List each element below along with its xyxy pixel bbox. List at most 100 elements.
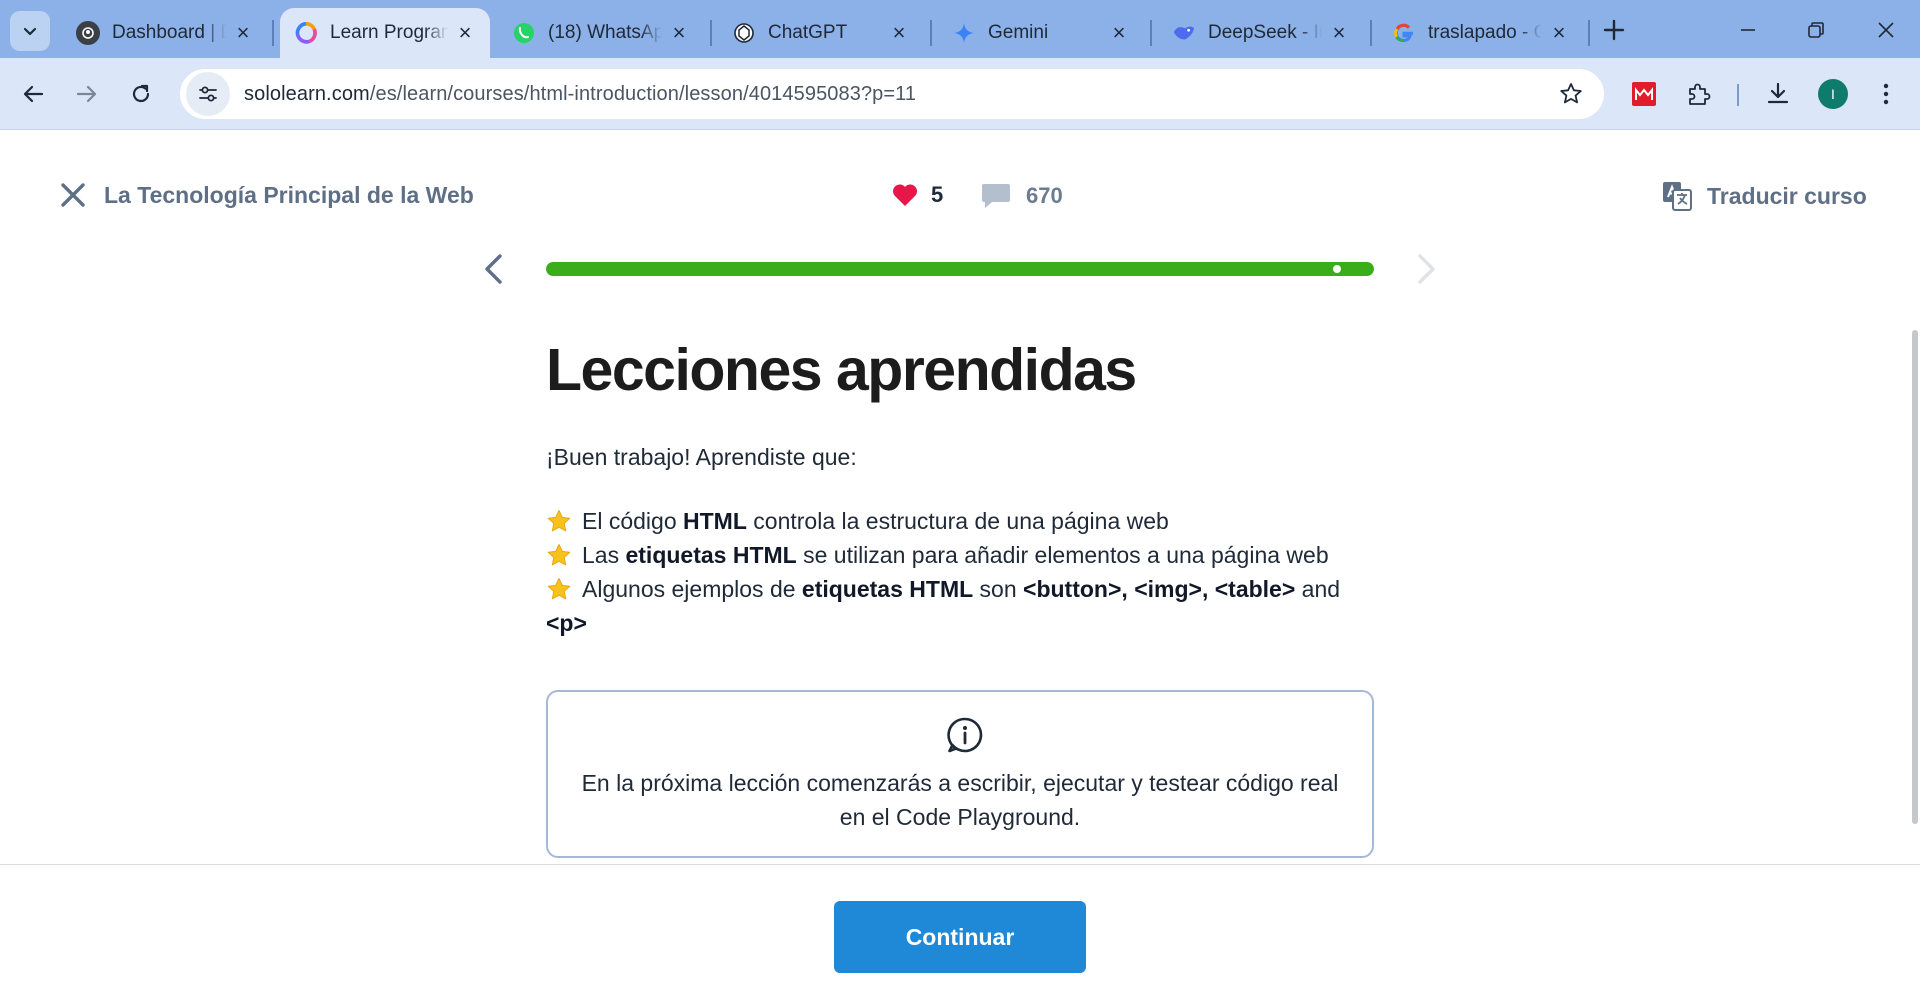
reload-button[interactable] xyxy=(122,75,160,113)
hearts-counter[interactable]: 5 xyxy=(891,182,943,208)
close-icon[interactable]: × xyxy=(232,20,254,45)
point-bold: etiquetas HTML xyxy=(801,576,974,602)
close-lesson-icon[interactable] xyxy=(58,180,88,210)
arrow-right-icon xyxy=(76,85,97,103)
tab-google-search[interactable]: traslapado - Google Search × xyxy=(1378,8,1584,58)
reload-icon xyxy=(132,84,150,103)
close-icon[interactable]: × xyxy=(1328,20,1350,45)
previous-page-icon[interactable] xyxy=(480,252,506,286)
heart-icon xyxy=(892,184,918,206)
forward-button[interactable] xyxy=(68,75,106,113)
tab-title: Dashboard | DeepL xyxy=(112,22,226,43)
url-host: sololearn.com xyxy=(244,82,370,105)
tab-chatgpt[interactable]: ChatGPT × xyxy=(718,8,924,58)
chevron-down-icon xyxy=(23,27,37,36)
comments-counter[interactable]: 670 xyxy=(980,182,1063,210)
course-title[interactable]: La Tecnología Principal de la Web xyxy=(104,182,474,209)
github-icon xyxy=(76,21,100,45)
url-path: /es/learn/courses/html-introduction/less… xyxy=(369,82,917,105)
close-window-button[interactable] xyxy=(1866,10,1906,50)
scrollbar[interactable] xyxy=(1912,330,1918,824)
close-icon[interactable]: × xyxy=(888,20,910,45)
point-bold: etiquetas HTML xyxy=(625,542,797,568)
plus-icon xyxy=(1603,19,1625,41)
point-text: Las xyxy=(582,542,626,568)
minimize-button[interactable] xyxy=(1728,10,1768,50)
point-bold: HTML xyxy=(683,508,747,534)
mendeley-icon xyxy=(1632,82,1656,106)
continue-button[interactable]: Continuar xyxy=(834,901,1086,973)
close-icon[interactable]: × xyxy=(1108,20,1130,45)
tab-title: (18) WhatsApp xyxy=(548,22,662,43)
lesson-content: Lecciones aprendidas ¡Buen trabajo! Apre… xyxy=(546,330,1376,640)
bookmark-star-icon[interactable] xyxy=(1558,81,1584,107)
close-icon[interactable]: × xyxy=(454,20,476,45)
gemini-icon xyxy=(952,21,976,45)
site-info-button[interactable] xyxy=(186,72,230,116)
deepseek-icon xyxy=(1172,21,1196,45)
translate-course-button[interactable]: Traducir curso xyxy=(1661,180,1867,212)
close-icon[interactable]: × xyxy=(668,20,690,45)
tab-dashboard[interactable]: Dashboard | DeepL × xyxy=(62,8,268,58)
tab-separator xyxy=(1150,20,1152,46)
translate-label: Traducir curso xyxy=(1707,182,1867,209)
tab-title: Learn Programming xyxy=(330,22,448,43)
sololearn-icon xyxy=(294,21,318,45)
tab-separator xyxy=(930,20,932,46)
new-tab-button[interactable] xyxy=(1598,14,1630,46)
tab-whatsapp[interactable]: (18) WhatsApp × xyxy=(498,8,704,58)
close-icon[interactable]: × xyxy=(1548,20,1570,45)
tab-deepseek[interactable]: DeepSeek - Into the Unknown × xyxy=(1158,8,1364,58)
point-text: Algunos ejemplos de xyxy=(582,576,802,602)
info-callout: En la próxima lección comenzarás a escri… xyxy=(546,690,1374,858)
tab-title: traslapado - Google Search xyxy=(1428,22,1542,43)
tab-search-button[interactable] xyxy=(10,11,50,51)
list-item: El código HTML controla la estructura de… xyxy=(546,504,1376,538)
arrow-left-icon xyxy=(23,85,44,103)
star-icon xyxy=(547,578,571,600)
lesson-progress-bar xyxy=(546,262,1374,276)
address-bar[interactable]: sololearn.com/es/learn/courses/html-intr… xyxy=(180,69,1604,119)
tab-separator xyxy=(272,20,274,46)
lesson-header: La Tecnología Principal de la Web 5 670 … xyxy=(0,130,1920,262)
footer-divider xyxy=(0,864,1920,865)
hearts-count: 5 xyxy=(931,182,944,207)
tab-title: DeepSeek - Into the Unknown xyxy=(1208,22,1322,43)
tab-separator xyxy=(710,20,712,46)
translate-icon xyxy=(1663,182,1692,211)
point-text: se utilizan para añadir elementos a una … xyxy=(796,542,1329,568)
tab-separator xyxy=(1588,20,1590,46)
puzzle-icon xyxy=(1689,83,1711,105)
google-icon xyxy=(1392,21,1416,45)
list-item: Algunos ejemplos de etiquetas HTML son <… xyxy=(546,572,1376,640)
extension-mendeley-button[interactable] xyxy=(1626,76,1662,112)
avatar: I xyxy=(1818,79,1848,109)
list-item: Las etiquetas HTML se utilizan para añad… xyxy=(546,538,1376,572)
menu-button[interactable] xyxy=(1868,76,1904,112)
star-icon xyxy=(547,510,571,532)
tab-title: ChatGPT xyxy=(768,22,848,43)
point-text: son xyxy=(973,576,1024,602)
restore-button[interactable] xyxy=(1796,10,1836,50)
point-text: and xyxy=(1295,576,1341,602)
profile-button[interactable]: I xyxy=(1815,76,1851,112)
chatgpt-icon xyxy=(732,21,756,45)
star-icon xyxy=(547,544,571,566)
point-text: El código xyxy=(582,508,684,534)
tab-separator xyxy=(1370,20,1372,46)
next-page-icon[interactable] xyxy=(1414,252,1440,286)
progress-marker xyxy=(1332,265,1341,273)
tab-learn-programming[interactable]: Learn Programming × xyxy=(280,8,490,58)
minimize-icon xyxy=(1741,29,1755,31)
restore-icon xyxy=(1808,22,1824,38)
download-icon xyxy=(1767,82,1789,104)
toolbar-separator xyxy=(1737,84,1739,106)
point-bold: <p> xyxy=(546,610,587,636)
point-bold: <button>, <img>, <table> xyxy=(1023,576,1296,602)
back-button[interactable] xyxy=(14,75,52,113)
page-title: Lecciones aprendidas xyxy=(546,337,1137,403)
close-icon xyxy=(1878,22,1894,38)
downloads-button[interactable] xyxy=(1760,76,1796,112)
tab-gemini[interactable]: Gemini × xyxy=(938,8,1144,58)
extensions-button[interactable] xyxy=(1680,76,1716,112)
